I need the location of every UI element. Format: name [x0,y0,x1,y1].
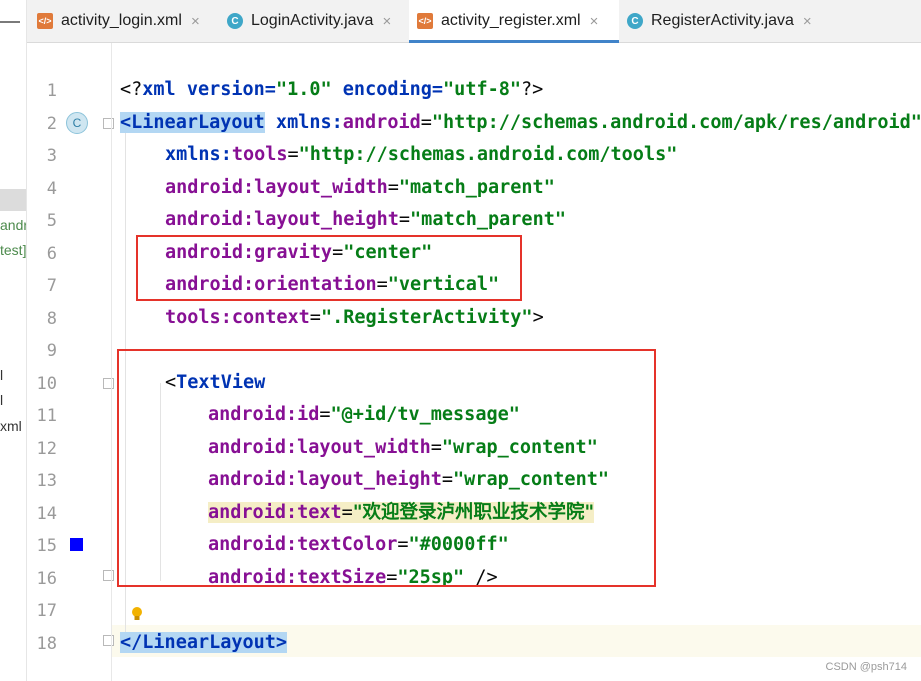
tab-label: activity_login.xml [61,12,182,29]
line-number: 9 [46,341,57,361]
panel-minimize-icon[interactable] [0,21,20,23]
line-number: 2 [46,114,57,134]
line-number: 13 [36,471,57,491]
color-swatch-icon[interactable] [70,538,83,551]
gutter-divider [111,43,112,681]
annotation-box-gravity-orientation [136,235,522,301]
fold-toggle-icon[interactable] [103,118,114,129]
tab-activity-register-xml[interactable]: </> activity_register.xml × [409,0,619,43]
watermark: CSDN @psh714 [825,661,907,673]
project-panel-edge: andr test] l l xml [0,0,27,681]
java-class-icon: C [227,13,243,29]
code-line-8: tools:context=".RegisterActivity"> [165,307,544,328]
selected-tree-row[interactable] [0,189,26,211]
line-number: 3 [46,146,57,166]
line-number: 5 [46,211,57,231]
close-icon[interactable]: × [590,13,599,30]
tab-login-activity-java[interactable]: C LoginActivity.java × [227,0,407,42]
tree-item-fragment[interactable]: l [0,367,26,383]
editor-gutter[interactable]: 1 2 3 4 5 6 7 8 9 10 11 12 13 14 15 16 1… [27,43,142,681]
line-number: 1 [46,81,57,101]
code-line-18: </LinearLayout> [120,632,288,653]
tab-label: RegisterActivity.java [651,12,794,29]
fold-toggle-icon[interactable] [103,378,114,389]
tab-label: LoginActivity.java [251,12,374,29]
code-line-5: android:layout_height="match_parent" [165,209,566,230]
code-line-3: xmlns:tools="http://schemas.android.com/… [165,144,678,165]
line-number: 17 [36,601,57,621]
tree-item-fragment[interactable]: test] [0,242,26,258]
code-editor[interactable]: 1 2 3 4 5 6 7 8 9 10 11 12 13 14 15 16 1… [27,43,921,681]
code-line-4: android:layout_width="match_parent" [165,177,555,198]
line-number: 4 [46,179,57,199]
related-class-icon[interactable]: C [66,112,88,134]
xml-file-icon: </> [417,13,433,29]
code-line-2: <LinearLayout xmlns:android="http://sche… [120,112,921,133]
tree-item-fragment[interactable]: xml [0,418,26,434]
line-number: 11 [36,406,57,426]
xml-file-icon: </> [37,13,53,29]
line-number: 6 [46,244,57,264]
java-class-icon: C [627,13,643,29]
close-icon[interactable]: × [191,13,200,30]
annotation-box-textview [117,349,656,587]
code-line-1: <?xml version="1.0" encoding="utf-8"?> [120,79,544,100]
tab-register-activity-java[interactable]: C RegisterActivity.java × [627,0,827,42]
line-number: 8 [46,309,57,329]
line-number: 12 [36,439,57,459]
line-number: 15 [36,536,57,556]
close-icon[interactable]: × [803,13,812,30]
line-number: 10 [36,374,57,394]
fold-toggle-icon[interactable] [103,570,114,581]
tree-item-fragment[interactable]: l [0,392,26,408]
tab-activity-login-xml[interactable]: </> activity_login.xml × [37,0,225,42]
tab-label: activity_register.xml [441,12,581,29]
line-number: 18 [36,634,57,654]
lightbulb-icon[interactable] [131,606,143,620]
tree-item-fragment[interactable]: andr [0,217,26,233]
line-number: 7 [46,276,57,296]
line-number: 16 [36,569,57,589]
fold-toggle-icon[interactable] [103,635,114,646]
line-number: 14 [36,504,57,524]
editor-tab-bar: </> activity_login.xml × C LoginActivity… [27,0,921,43]
close-icon[interactable]: × [382,13,391,30]
